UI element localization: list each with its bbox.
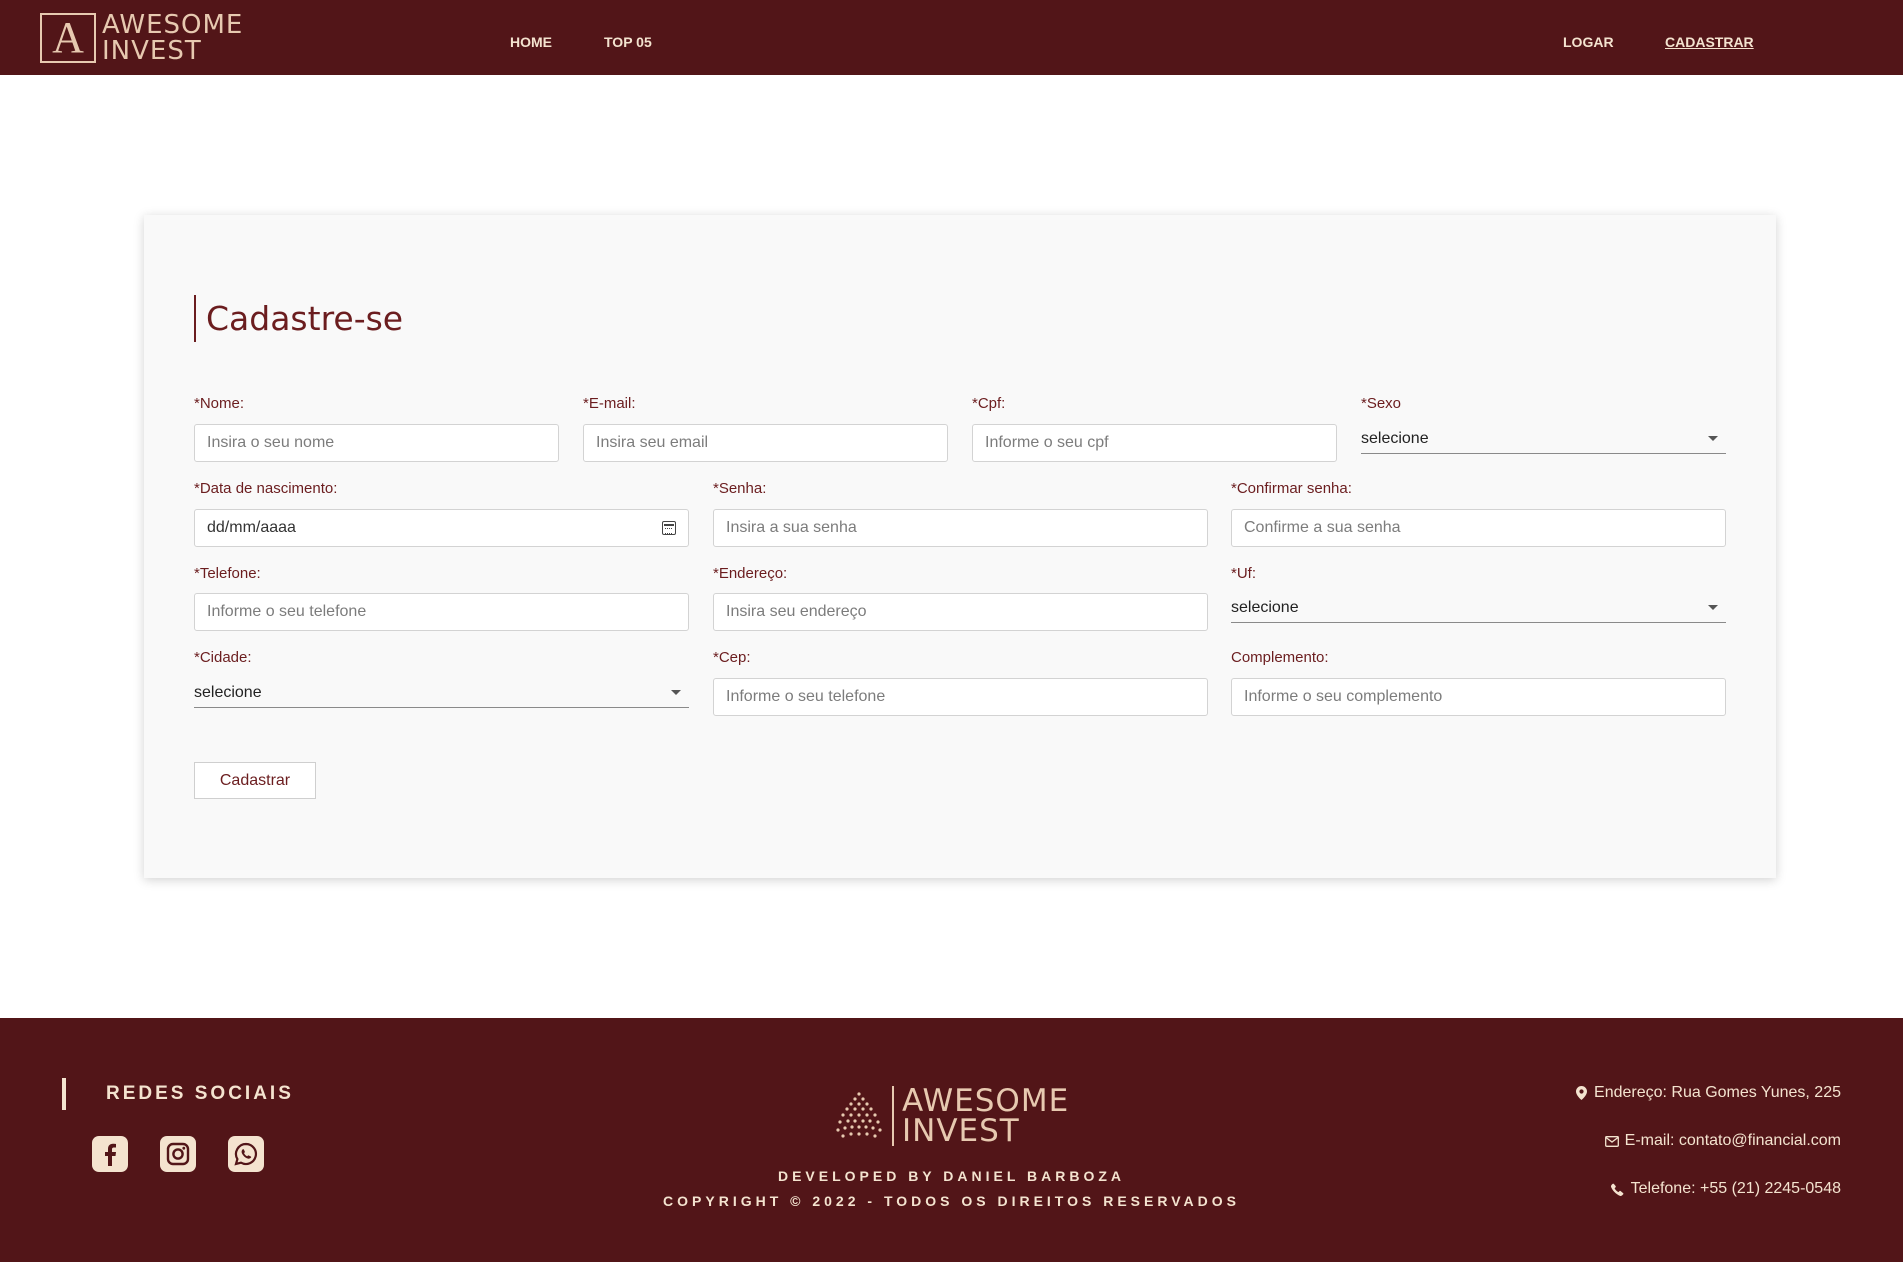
contact-email: E-mail: contato@financial.com <box>1604 1132 1841 1150</box>
facebook-icon[interactable] <box>92 1136 128 1172</box>
social-title: REDES SOCIAIS <box>62 1078 294 1110</box>
cpf-input[interactable] <box>972 424 1337 462</box>
mail-icon <box>1604 1134 1619 1148</box>
uf-label: *Uf: <box>1231 565 1257 582</box>
address-text: Endereço: Rua Gomes Yunes, 225 <box>1594 1084 1841 1101</box>
nascimento-value: dd/mm/aaaa <box>207 519 296 536</box>
footer-logo-line-2: INVEST <box>902 1113 1020 1149</box>
logo-line-1: AWESOME <box>102 10 244 40</box>
cidade-select[interactable]: selecione <box>194 678 689 708</box>
nascimento-label: *Data de nascimento: <box>194 480 338 497</box>
contact-phone: Telefone: +55 (21) 2245-0548 <box>1611 1180 1841 1198</box>
chevron-down-icon <box>1708 436 1718 441</box>
cpf-label: *Cpf: <box>972 395 1006 412</box>
cidade-label: *Cidade: <box>194 649 252 666</box>
cep-input[interactable] <box>713 678 1208 716</box>
instagram-icon[interactable] <box>160 1136 196 1172</box>
email-label: *E-mail: <box>583 395 636 412</box>
location-pin-icon <box>1574 1086 1588 1100</box>
complemento-input[interactable] <box>1231 678 1726 716</box>
nome-label: *Nome: <box>194 395 245 412</box>
calendar-icon[interactable] <box>662 521 676 535</box>
chevron-down-icon <box>1708 605 1718 610</box>
logo-mark: A <box>40 13 96 63</box>
logo-line-2: INVEST <box>102 36 202 66</box>
sexo-select[interactable]: selecione <box>1361 424 1726 454</box>
senha-input[interactable] <box>713 509 1208 547</box>
email-input[interactable] <box>583 424 948 462</box>
cidade-select-value: selecione <box>194 683 262 701</box>
cadastrar-button[interactable]: Cadastrar <box>194 762 316 799</box>
telefone-input[interactable] <box>194 593 689 631</box>
nascimento-input[interactable]: dd/mm/aaaa <box>194 509 689 547</box>
nav-top05[interactable]: TOP 05 <box>604 34 652 50</box>
sexo-label: *Sexo <box>1361 395 1402 412</box>
complemento-label: Complemento: <box>1231 649 1329 666</box>
nav-home[interactable]: HOME <box>510 34 552 50</box>
nav-login[interactable]: LOGAR <box>1563 34 1614 50</box>
page-title: Cadastre-se <box>194 295 403 342</box>
footer-logo: AWESOME INVEST <box>834 1083 1070 1149</box>
endereco-label: *Endereço: <box>713 565 788 582</box>
confirmar-senha-input[interactable] <box>1231 509 1726 547</box>
telefone-label: *Telefone: <box>194 565 261 582</box>
logo-text: AWESOME INVEST <box>102 12 243 64</box>
fan-logo-icon <box>836 1092 882 1138</box>
chevron-down-icon <box>671 690 681 695</box>
footer: REDES SOCIAIS AWESOME INVEST DEVELOPED B… <box>0 1018 1903 1262</box>
phone-icon <box>1611 1182 1625 1196</box>
endereco-input[interactable] <box>713 593 1208 631</box>
phone-text: Telefone: +55 (21) 2245-0548 <box>1630 1180 1841 1197</box>
sexo-select-value: selecione <box>1361 429 1429 447</box>
cep-label: *Cep: <box>713 649 751 666</box>
register-card: Cadastre-se *Nome: *E-mail: *Cpf: *Sexo … <box>144 215 1776 878</box>
nome-input[interactable] <box>194 424 559 462</box>
navbar: A AWESOME INVEST HOME TOP 05 LOGAR CADAS… <box>0 0 1903 75</box>
email-text[interactable]: E-mail: contato@financial.com <box>1625 1132 1841 1150</box>
uf-select-value: selecione <box>1231 598 1299 616</box>
footer-logo-text: AWESOME INVEST <box>892 1083 1070 1149</box>
footer-logo-line-1: AWESOME <box>902 1083 1070 1119</box>
whatsapp-icon[interactable] <box>228 1136 264 1172</box>
confirmar-senha-label: *Confirmar senha: <box>1231 480 1352 497</box>
brand-logo[interactable]: A AWESOME INVEST <box>40 12 243 64</box>
uf-select[interactable]: selecione <box>1231 593 1726 623</box>
nav-register[interactable]: CADASTRAR <box>1665 34 1754 50</box>
contact-address: Endereço: Rua Gomes Yunes, 225 <box>1574 1084 1841 1102</box>
senha-label: *Senha: <box>713 480 767 497</box>
